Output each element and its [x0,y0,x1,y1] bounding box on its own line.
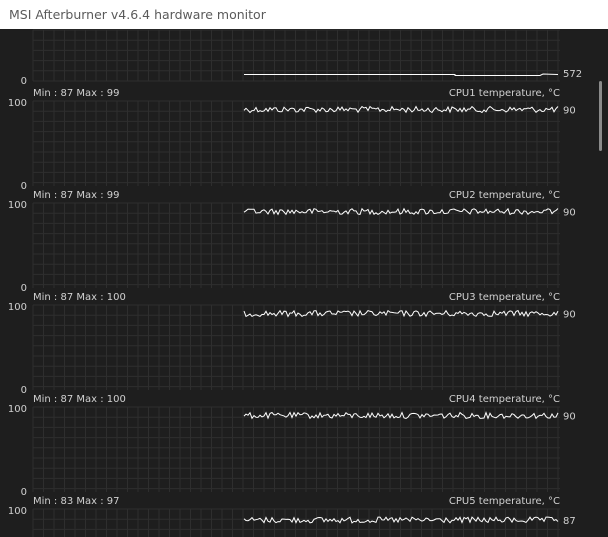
panel-cpu3-title: CPU3 temperature, °C [449,292,560,303]
panel-cpu5-max-label: 100 [8,506,27,517]
panel-cpu3-min-max: Min : 87 Max : 100 [33,292,126,303]
window-title: MSI Afterburner v4.6.4 hardware monitor [9,7,266,22]
window-titlebar[interactable]: MSI Afterburner v4.6.4 hardware monitor [0,0,608,29]
top-graph-current-value: 572 [563,69,582,80]
panel-cpu4-min-label: 0 [21,487,27,498]
panel-cpu4-current-value: 90 [563,412,576,423]
top-graph-grid [32,29,560,82]
panel-cpu1-grid [32,100,560,186]
panel-cpu3-grid [32,304,560,390]
panel-cpu4-grid [32,406,560,492]
panel-cpu4-min-max: Min : 87 Max : 100 [33,394,126,405]
graph-area[interactable]: 0 572 Min : 87 Max : 99 CPU1 temperature, °… [0,29,608,537]
panel-cpu4-max-label: 100 [8,404,27,415]
scrollbar-track[interactable] [596,29,608,537]
panel-cpu2-min-label: 0 [21,283,27,294]
panel-cpu5-title: CPU5 temperature, °C [449,496,560,507]
panel-cpu2-min-max: Min : 87 Max : 99 [33,190,120,201]
top-graph-min-label: 0 [21,76,27,87]
panel-cpu1-max-label: 100 [8,98,27,109]
panel-cpu4-title: CPU4 temperature, °C [449,394,560,405]
panel-cpu1-min-label: 0 [21,181,27,192]
panel-cpu1-current-value: 90 [563,106,576,117]
panel-cpu1-min-max: Min : 87 Max : 99 [33,88,120,99]
panel-cpu5-min-max: Min : 83 Max : 97 [33,496,120,507]
panel-cpu3-max-label: 100 [8,302,27,313]
panel-cpu5-current-value: 87 [563,516,576,527]
graph-canvas: 0 572 Min : 87 Max : 99 CPU1 temperature, °… [8,29,582,537]
panel-cpu2-grid [32,202,560,288]
panel-cpu2-max-label: 100 [8,200,27,211]
panel-cpu2-title: CPU2 temperature, °C [449,190,560,201]
panel-cpu3-current-value: 90 [563,310,576,321]
scrollbar-thumb[interactable] [599,81,602,151]
panel-cpu1-title: CPU1 temperature, °C [449,88,560,99]
panel-cpu5-grid [32,508,560,537]
panel-cpu2-current-value: 90 [563,208,576,219]
panel-cpu3-min-label: 0 [21,385,27,396]
